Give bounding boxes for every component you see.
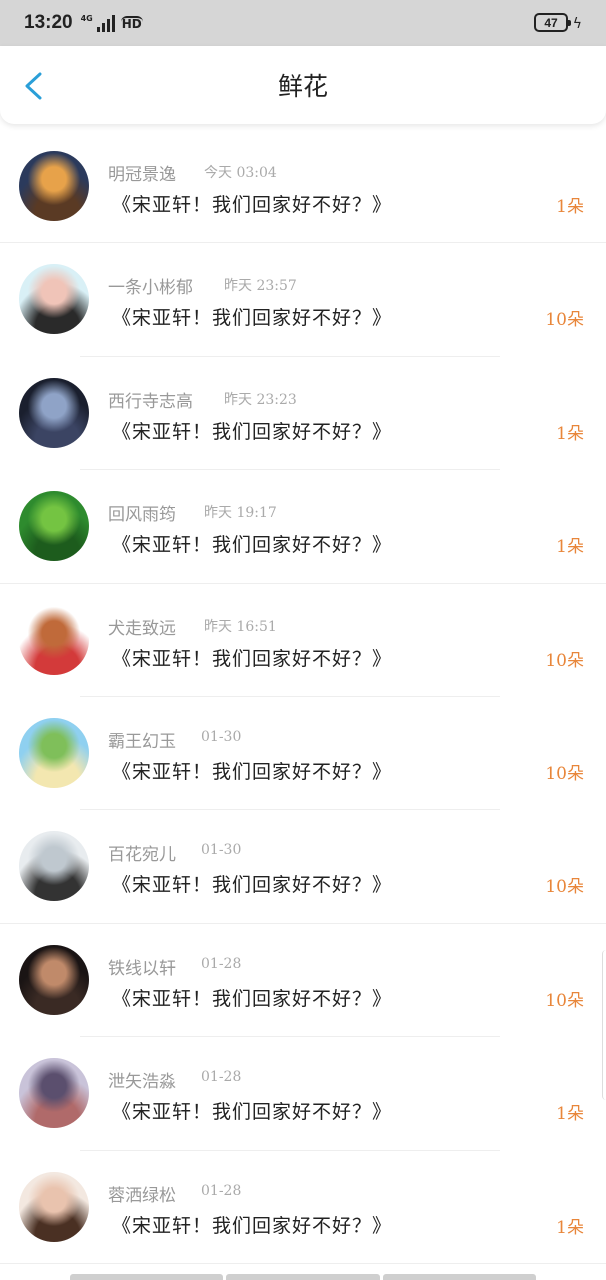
flower-count: 1朵 [556,537,584,558]
avatar[interactable] [19,1058,89,1129]
message-text: 《宋亚轩！我们回家好不好？》 [112,874,393,897]
flower-count: 10朵 [545,990,584,1011]
list-item[interactable]: 蓉洒绿松 01-28 《宋亚轩！我们回家好不好？》 1朵 [0,1151,606,1264]
battery-icon: 47 [534,13,571,32]
message-text: 《宋亚轩！我们回家好不好？》 [112,534,393,557]
avatar[interactable] [19,944,89,1015]
back-arrow-icon[interactable] [22,72,46,100]
list-item[interactable]: 铁线以轩 01-28 《宋亚轩！我们回家好不好？》 10朵 [0,924,606,1038]
list-item[interactable]: 犬走致远 昨天 16:51 《宋亚轩！我们回家好不好？》 10朵 [0,584,606,697]
flower-count: 1朵 [556,197,584,217]
bottom-gesture-bar [70,1274,536,1280]
list-item[interactable]: 一条小彬郁 昨天 23:57 《宋亚轩！我们回家好不好？》 10朵 [0,243,606,357]
send-time: 今天 03:04 [204,165,277,181]
sender-name[interactable]: 蓉洒绿松 [108,1181,176,1206]
send-time: 昨天 19:17 [204,505,277,522]
gift-list: 明冠景逸 今天 03:04 《宋亚轩！我们回家好不好？》 1朵 一条小彬郁 昨天 23:5… [0,130,606,1264]
avatar[interactable] [19,717,89,788]
divider [0,1262,606,1264]
battery-level: 47 [544,15,558,30]
top-nav-bar: 鲜花 [0,46,606,124]
send-time: 昨天 16:51 [204,618,277,635]
avatar[interactable] [19,151,89,221]
message-text: 《宋亚轩！我们回家好不好？》 [112,307,393,330]
status-bar: 13:20 4G HD 47 ϟ [0,0,606,46]
sender-name[interactable]: 明冠景逸 [108,160,176,185]
send-time: 01-28 [201,955,242,972]
hd-icon: HD [120,16,143,31]
signal-icon: 4G [81,14,115,32]
avatar[interactable] [19,604,89,675]
sender-name[interactable]: 泄矢浩淼 [108,1067,176,1092]
flower-count: 10朵 [545,650,584,671]
charging-icon: ϟ [572,16,582,32]
send-time: 01-28 [201,1069,242,1086]
sender-name[interactable]: 百花宛儿 [108,840,176,865]
list-item[interactable]: 百花宛儿 01-30 《宋亚轩！我们回家好不好？》 10朵 [0,810,606,924]
scroll-indicator [602,950,606,1100]
message-text: 《宋亚轩！我们回家好不好？》 [112,1214,393,1237]
list-item[interactable]: 回风雨筠 昨天 19:17 《宋亚轩！我们回家好不好？》 1朵 [0,470,606,584]
sender-name[interactable]: 回风雨筠 [108,500,176,525]
send-time: 01-30 [201,842,242,859]
sender-name[interactable]: 一条小彬郁 [108,273,193,298]
list-item[interactable]: 泄矢浩淼 01-28 《宋亚轩！我们回家好不好？》 1朵 [0,1037,606,1151]
avatar[interactable] [19,491,89,562]
flower-count: 10朵 [545,877,584,898]
avatar[interactable] [19,377,89,448]
sender-name[interactable]: 铁线以轩 [108,954,176,979]
message-text: 《宋亚轩！我们回家好不好？》 [112,987,393,1010]
send-time: 01-28 [201,1182,242,1199]
list-item[interactable]: 西行寺志高 昨天 23:23 《宋亚轩！我们回家好不好？》 1朵 [0,357,606,471]
flower-count: 1朵 [556,423,584,444]
page-title: 鲜花 [277,72,328,101]
message-text: 《宋亚轩！我们回家好不好？》 [112,760,393,783]
message-text: 《宋亚轩！我们回家好不好？》 [112,647,393,670]
send-time: 01-30 [201,728,242,745]
flower-count: 10朵 [545,763,584,784]
avatar[interactable] [19,264,89,335]
list-item[interactable]: 霸王幻玉 01-30 《宋亚轩！我们回家好不好？》 10朵 [0,697,606,811]
message-text: 《宋亚轩！我们回家好不好？》 [112,1101,393,1124]
send-time: 昨天 23:57 [224,278,297,295]
sender-name[interactable]: 西行寺志高 [108,387,193,412]
flower-count: 1朵 [556,1104,584,1125]
message-text: 《宋亚轩！我们回家好不好？》 [112,194,393,216]
sender-name[interactable]: 霸王幻玉 [108,727,176,752]
avatar[interactable] [19,831,89,902]
status-time: 13:20 [24,12,73,33]
avatar[interactable] [19,1171,89,1242]
flower-count: 10朵 [545,310,584,331]
sender-name[interactable]: 犬走致远 [108,614,176,639]
send-time: 昨天 23:23 [224,391,297,408]
network-type: 4G [80,14,93,23]
list-item[interactable]: 明冠景逸 今天 03:04 《宋亚轩！我们回家好不好？》 1朵 [0,130,606,244]
flower-count: 1朵 [556,1217,584,1238]
message-text: 《宋亚轩！我们回家好不好？》 [112,420,393,443]
